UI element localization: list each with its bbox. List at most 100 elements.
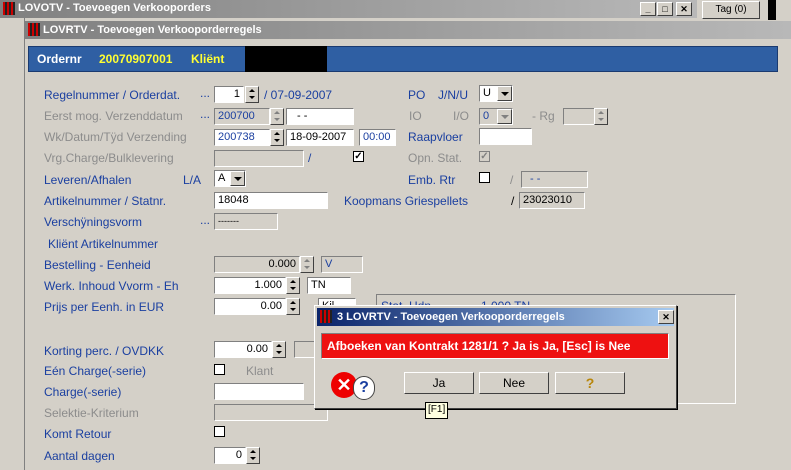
emb-slash: /	[510, 173, 514, 187]
prijs-spinner[interactable]	[286, 298, 300, 315]
yes-button[interactable]: Ja	[404, 372, 474, 394]
komt-retour-checkbox[interactable]	[214, 426, 225, 437]
po-dropdown-button[interactable]	[497, 86, 512, 101]
wk-week-spinner[interactable]	[270, 129, 284, 146]
no-button[interactable]: Nee	[479, 372, 549, 394]
question-icon: ?	[353, 376, 375, 400]
tag-separator	[768, 0, 776, 20]
vrg-slash: /	[308, 151, 312, 165]
bestelling-unit: V	[321, 256, 363, 273]
wk-label: Wk/Datum/Tÿd Verzending	[44, 130, 187, 144]
korting-input[interactable]: 0.00	[214, 341, 272, 358]
dialog-title-bar: 3 LOVRTV - Toevoegen Verkooporderregels …	[317, 308, 674, 326]
regelnummer-input[interactable]: 1	[214, 86, 244, 103]
outer-window-frame	[0, 18, 25, 470]
la-label: L/A	[183, 173, 202, 187]
klient-value-redacted	[245, 46, 327, 72]
tag-button[interactable]: Tag (0)	[702, 1, 760, 19]
vrg-checkbox[interactable]: ✓	[353, 151, 364, 162]
prijs-input[interactable]: 0.00	[214, 298, 286, 315]
eerst-date-input[interactable]: - -	[286, 108, 354, 125]
ordernr-label: Ordernr	[37, 52, 82, 66]
eerst-week-input: 200700	[214, 108, 270, 125]
emb-input: - -	[521, 171, 588, 188]
korting-spinner[interactable]	[272, 341, 286, 358]
io-dropdown-button	[497, 109, 512, 124]
verschijning-dots: ...	[200, 213, 211, 227]
eerst-week-spinner	[270, 108, 284, 125]
help-icon: ?	[585, 375, 595, 391]
maximize-button[interactable]: □	[657, 2, 673, 16]
inner-window-title: LOVRTV - Toevoegen Verkooporderregels	[43, 24, 262, 36]
eerst-dots: ...	[200, 107, 211, 121]
bestelling-spinner	[300, 256, 314, 273]
close-button[interactable]: ✕	[676, 2, 692, 16]
emb-label: Emb. Rtr	[408, 173, 456, 187]
een-charge-label: Eén Charge(-serie)	[44, 364, 147, 378]
aantal-input[interactable]: 0	[214, 447, 246, 464]
opn-stat-label: Opn. Stat.	[408, 151, 463, 165]
charge-input[interactable]	[214, 383, 304, 400]
werk-input[interactable]: 1.000	[214, 277, 286, 294]
artikel-input[interactable]: 18048	[214, 192, 328, 209]
regelnummer-spinner[interactable]	[245, 86, 259, 103]
dialog-message-box: Afboeken van Kontrakt 1281/1 ? Ja is Ja,…	[321, 333, 669, 359]
klant-label: Klant	[246, 364, 274, 378]
werk-unit[interactable]: TN	[307, 277, 351, 294]
verschijning-input: -------	[214, 213, 278, 230]
outer-window-title: LOVOTV - Toevoegen Verkooporders	[18, 2, 211, 14]
aantal-label: Aantal dagen	[44, 449, 115, 463]
ordernr-value: 20070907001	[99, 52, 173, 66]
eerst-label: Eerst mog. Verzenddatum	[44, 109, 183, 123]
dialog-close-button[interactable]: ✕	[658, 310, 674, 324]
statnr-slash: /	[511, 194, 515, 208]
inner-app-icon	[28, 23, 40, 36]
wk-week-input[interactable]: 200738	[214, 129, 270, 146]
order-header-bar: Ordernr 20070907001 Kliënt	[28, 46, 778, 72]
selectie-label: Selektie-Kriterium	[44, 406, 139, 420]
inner-title-bar: LOVRTV - Toevoegen Verkooporderregels	[25, 21, 791, 39]
f1-tooltip: [F1]	[425, 402, 449, 419]
po-label: PO	[408, 88, 426, 102]
komt-retour-label: Komt Retour	[44, 427, 112, 441]
bestelling-label: Bestelling - Eenheid	[44, 258, 151, 272]
aantal-spinner[interactable]	[246, 447, 260, 464]
raapvloer-input[interactable]	[479, 128, 532, 145]
klient-artikel-label: Kliënt Artikelnummer	[48, 237, 159, 251]
confirm-dialog: 3 LOVRTV - Toevoegen Verkooporderregels …	[314, 305, 677, 409]
charge-label: Charge(-serie)	[44, 385, 122, 399]
selectie-input	[214, 404, 328, 421]
rg-spinner	[594, 108, 608, 125]
opn-stat-checkbox: ✓	[479, 151, 490, 162]
een-charge-checkbox[interactable]	[214, 364, 225, 375]
vrg-input	[214, 150, 304, 167]
po-sub-label: J/N/U	[438, 88, 468, 102]
artikel-label: Artikelnummer / Statnr.	[44, 194, 167, 208]
app-icon	[3, 2, 15, 15]
la-dropdown-button[interactable]	[230, 171, 245, 186]
werk-spinner[interactable]	[286, 277, 300, 294]
dialog-title: 3 LOVRTV - Toevoegen Verkooporderregels	[337, 311, 565, 323]
leveren-label: Leveren/Afhalen	[44, 173, 132, 187]
orderdat-value: / 07-09-2007	[264, 88, 333, 102]
statnr-input: 23023010	[519, 192, 585, 209]
wk-date-input[interactable]: 18-09-2007	[286, 129, 354, 146]
wk-time-input[interactable]: 00:00	[359, 129, 396, 146]
io-sub-label: I/O	[453, 109, 470, 123]
minimize-button[interactable]: _	[640, 2, 656, 16]
regelnummer-dots: ...	[200, 86, 211, 100]
io-label: IO	[409, 109, 422, 123]
prijs-label: Prijs per Eenh. in EUR	[44, 300, 165, 314]
regelnummer-label: Regelnummer / Orderdat.	[44, 88, 181, 102]
emb-checkbox[interactable]	[479, 172, 490, 183]
rg-label: - Rg	[532, 109, 555, 123]
outer-title-bar: LOVOTV - Toevoegen Verkooporders _ □ ✕	[0, 0, 697, 18]
help-button[interactable]: ?	[555, 372, 625, 394]
dialog-app-icon	[320, 310, 332, 323]
bestelling-input: 0.000	[214, 256, 300, 273]
raapvloer-label: Raapvloer	[408, 130, 463, 144]
vrg-label: Vrg.Charge/Bulklevering	[44, 151, 174, 165]
korting-label: Korting perc. / OVDKK	[44, 344, 165, 358]
artikel-name: Koopmans Griespellets	[344, 194, 469, 208]
verschijning-label: Verschÿningsvorm	[44, 215, 143, 229]
